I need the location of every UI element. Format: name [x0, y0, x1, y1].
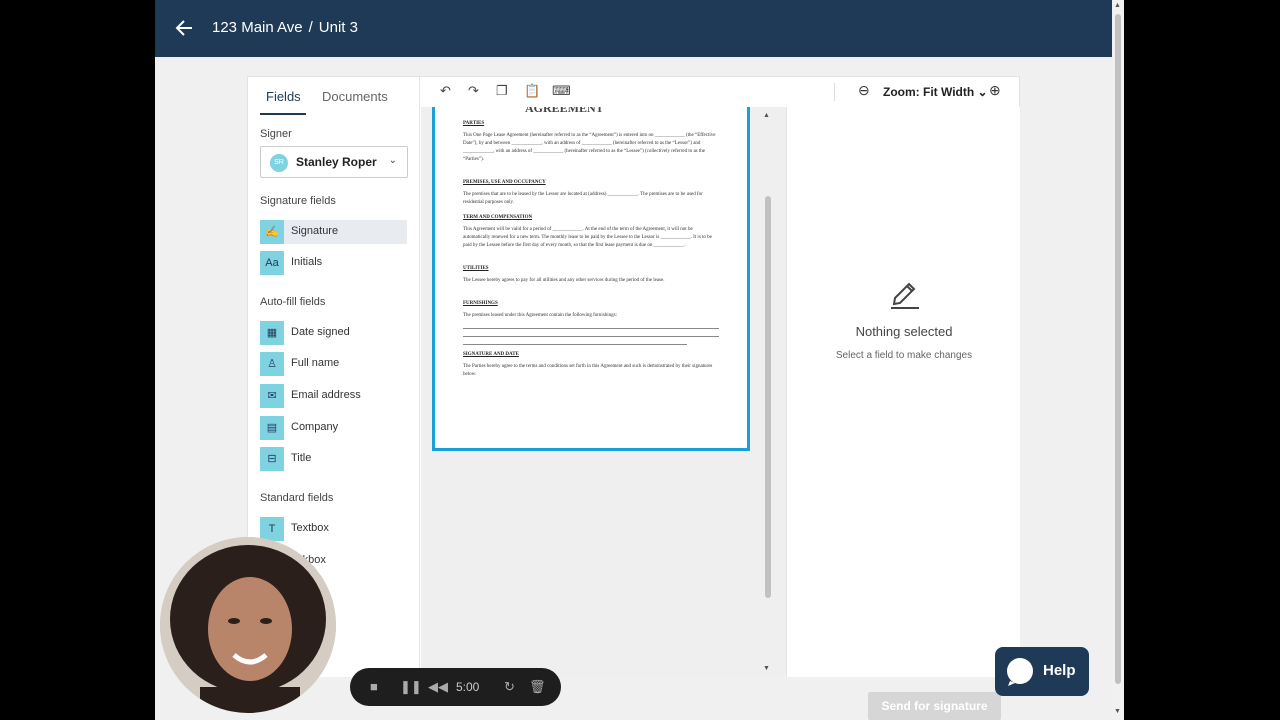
page-scrollbar[interactable]: ▲ ▼ [1112, 0, 1124, 720]
breadcrumb-property[interactable]: 123 Main Ave [212, 19, 303, 36]
scroll-up-icon[interactable]: ▲ [763, 112, 770, 119]
document-page[interactable]: AGREEMENT PARTIES This One Page Lease Ag… [432, 107, 750, 451]
signature-icon: ✍ [260, 220, 284, 244]
field-label: Title [291, 452, 312, 464]
signer-label: Signer [260, 128, 292, 140]
section-heading: PREMISES, USE AND OCCUPANCY [463, 180, 546, 185]
autofill-fields-heading: Auto-fill fields [260, 296, 326, 308]
trash-icon[interactable]: 🗑 [529, 679, 546, 695]
calendar-icon: ▦ [260, 321, 284, 345]
breadcrumb: 123 Main Ave / Unit 3 [212, 19, 358, 36]
pencil-icon [891, 282, 919, 309]
properties-panel: Nothing selected Select a field to make … [786, 107, 1020, 677]
section-text: The premises that are to be leased by th… [463, 192, 703, 205]
pause-icon[interactable]: ❚❚ [400, 679, 422, 695]
section-text: The Lessee hereby agrees to pay for all … [463, 278, 665, 283]
section-heading: PARTIES [463, 121, 485, 126]
zoom-dropdown[interactable]: Zoom: Fit Width ⌄ [883, 85, 988, 99]
signature-fields-heading: Signature fields [260, 195, 336, 207]
chat-bubble-icon [1007, 658, 1033, 686]
breadcrumb-unit: Unit 3 [318, 19, 358, 36]
section-text: The Parties hereby agree to the terms an… [463, 364, 713, 377]
scrollbar-thumb[interactable] [765, 196, 771, 598]
breadcrumb-separator: / [308, 19, 313, 36]
zoom-out-icon[interactable]: ⊖ [858, 82, 870, 99]
back-arrow-icon[interactable] [173, 17, 195, 39]
send-for-signature-button[interactable]: Send for signature [868, 692, 1001, 720]
briefcase-icon: ⊟ [260, 447, 284, 471]
top-header: 123 Main Ave / Unit 3 [155, 0, 1112, 57]
field-label: Company [291, 421, 339, 433]
field-signature[interactable]: ✍ Signature [260, 220, 407, 244]
field-label: Email address [291, 389, 361, 401]
section-heading: TERM AND COMPENSATION [463, 215, 533, 220]
empty-state-title: Nothing selected [855, 324, 953, 339]
signer-dropdown[interactable]: SR Stanley Roper ⌄ [260, 146, 408, 178]
document-title: AGREEMENT [525, 107, 604, 115]
document-scrollbar[interactable]: ▲ ▼ [763, 112, 773, 674]
copy-icon[interactable]: ❐ [496, 83, 508, 99]
webcam-overlay [160, 537, 336, 713]
mail-icon: ✉ [260, 384, 284, 408]
field-label: Signature [291, 225, 339, 237]
paste-icon[interactable]: 📋 [524, 83, 540, 99]
help-button[interactable]: Help [995, 647, 1089, 696]
recording-time: 5:00 [456, 680, 480, 694]
field-label: Textbox [291, 522, 329, 534]
field-initials[interactable]: Aa Initials [260, 251, 407, 275]
field-title[interactable]: ⊟ Title [260, 447, 407, 471]
editor-toolbar: ↶ ↷ ❐ 📋 ⌨ ⊖ Zoom: Fit Width ⌄ ⊕ [421, 77, 1020, 107]
zoom-in-icon[interactable]: ⊕ [989, 82, 1001, 99]
scroll-up-icon[interactable]: ▲ [1114, 2, 1121, 9]
field-full-name[interactable]: ♙ Full name [260, 352, 407, 376]
section-heading: UTILITIES [463, 266, 489, 271]
active-tab-indicator [260, 113, 306, 115]
redo-icon[interactable]: ↷ [468, 83, 479, 99]
chevron-down-icon: ⌄ [388, 155, 397, 166]
toolbar-divider [834, 83, 835, 101]
scroll-down-icon[interactable]: ▼ [1114, 708, 1121, 715]
blank-line [463, 344, 687, 345]
signer-avatar: SR [270, 154, 288, 172]
field-label: Full name [291, 357, 340, 369]
section-heading: FURNISHINGS [463, 301, 498, 306]
field-date-signed[interactable]: ▦ Date signed [260, 321, 407, 345]
chevron-down-icon: ⌄ [977, 85, 988, 99]
field-label: Initials [291, 256, 323, 268]
recording-controls: ■ ❚❚ ◀◀ 5:00 ↻ 🗑 [350, 668, 561, 706]
section-text: This One Page Lease Agreement (hereinaft… [463, 133, 716, 162]
zoom-label: Zoom: Fit Width [883, 85, 975, 99]
blank-line [463, 328, 719, 329]
tab-fields[interactable]: Fields [266, 89, 301, 104]
building-icon: ▤ [260, 416, 284, 440]
presenter-avatar [160, 537, 336, 713]
initials-icon: Aa [260, 251, 284, 275]
signer-name: Stanley Roper [296, 155, 377, 169]
tab-documents[interactable]: Documents [322, 89, 388, 104]
help-label: Help [1043, 662, 1076, 679]
field-textbox[interactable]: T Textbox [260, 517, 407, 541]
textbox-icon: T [260, 517, 284, 541]
standard-fields-heading: Standard fields [260, 492, 334, 504]
scrollbar-thumb[interactable] [1115, 14, 1121, 684]
section-text: This Agreement will be valid for a perio… [463, 227, 712, 248]
rewind-icon[interactable]: ◀◀ [428, 679, 448, 695]
stop-icon[interactable]: ■ [370, 679, 378, 694]
section-heading: SIGNATURE AND DATE [463, 352, 519, 357]
document-canvas: AGREEMENT PARTIES This One Page Lease Ag… [421, 107, 786, 677]
restart-icon[interactable]: ↻ [504, 679, 515, 695]
section-text: The premises leased under this Agreement… [463, 313, 617, 318]
scroll-down-icon[interactable]: ▼ [763, 665, 770, 672]
field-company[interactable]: ▤ Company [260, 416, 407, 440]
empty-state-subtitle: Select a field to make changes [835, 350, 973, 361]
undo-icon[interactable]: ↶ [440, 83, 451, 99]
blank-line [463, 336, 719, 337]
person-icon: ♙ [260, 352, 284, 376]
template-editor: Fields Documents Signer SR Stanley Roper… [247, 76, 1020, 677]
letterbox-right [1124, 0, 1280, 720]
field-email-address[interactable]: ✉ Email address [260, 384, 407, 408]
keyboard-icon[interactable]: ⌨ [552, 83, 571, 99]
field-label: Date signed [291, 326, 350, 338]
